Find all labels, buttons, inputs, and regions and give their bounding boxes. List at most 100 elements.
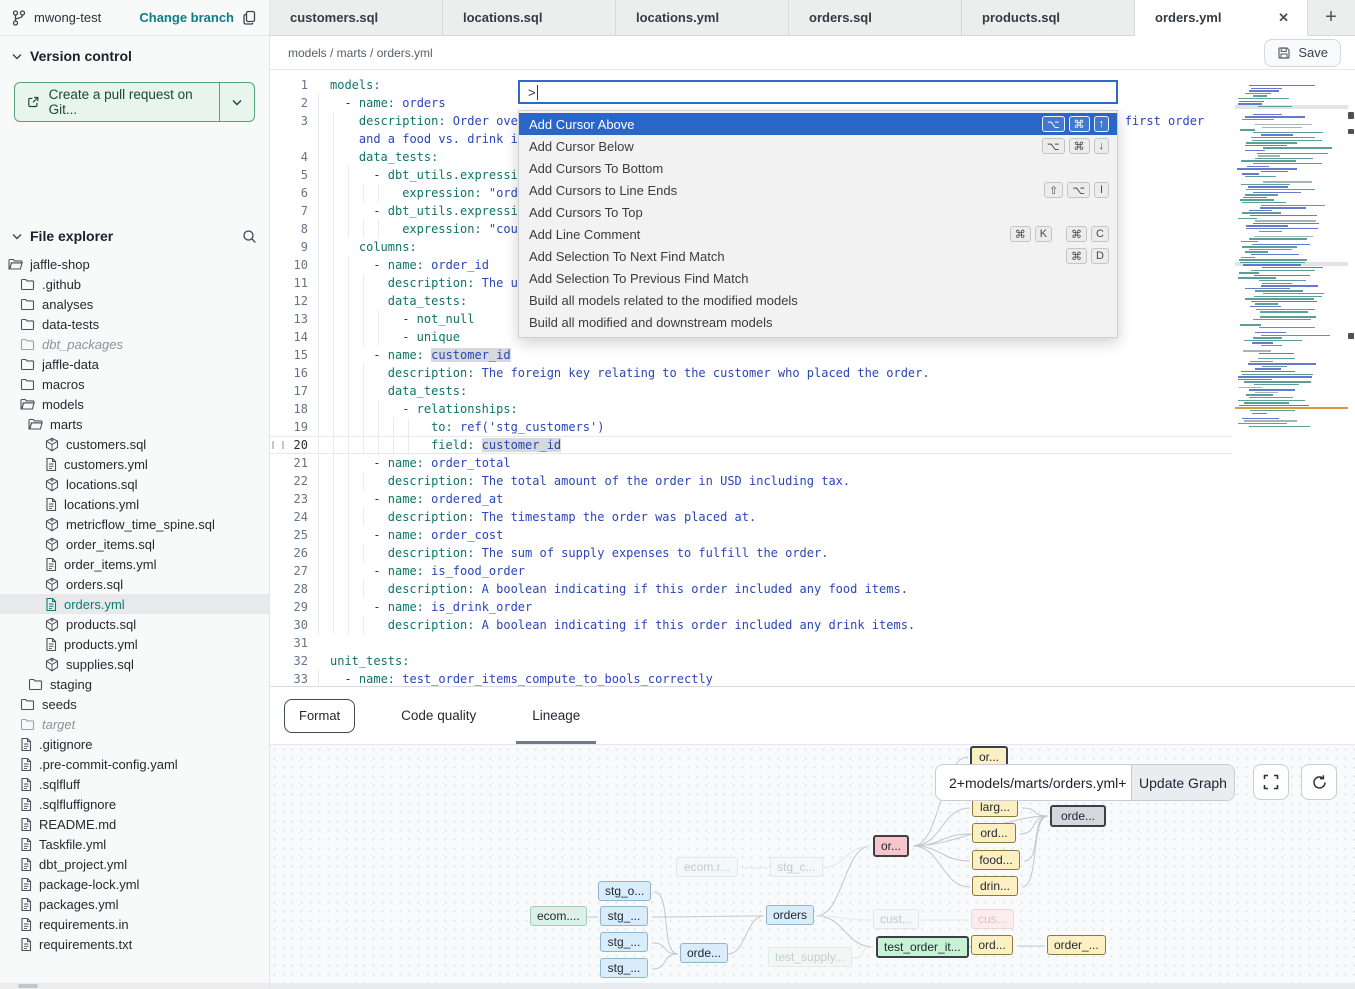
code-line[interactable]: 26description: The sum of supply expense… [270,544,1232,562]
tab-products.sql[interactable]: products.sql [962,0,1135,35]
file-tree-folder[interactable]: staging [0,674,269,694]
code-line[interactable]: 27- name: is_food_order [270,562,1232,580]
file-tree-item[interactable]: .gitignore [0,734,269,754]
close-icon[interactable]: ✕ [1274,8,1293,28]
tab-orders.sql[interactable]: orders.sql [789,0,962,35]
lineage-node[interactable]: food... [972,850,1020,870]
file-tree-item[interactable]: package-lock.yml [0,874,269,894]
file-tree-item[interactable]: requirements.txt [0,934,269,954]
file-tree-item[interactable]: requirements.in [0,914,269,934]
code-line[interactable]: 30description: A boolean indicating if t… [270,616,1232,634]
code-line[interactable]: 29- name: is_drink_order [270,598,1232,616]
file-explorer-header[interactable]: File explorer [0,218,269,254]
file-tree-item[interactable]: products.yml [0,634,269,654]
lineage-node[interactable]: stg_o... [598,881,651,901]
code-line[interactable]: 22description: The total amount of the o… [270,472,1232,490]
search-icon[interactable] [242,229,257,244]
lineage-node[interactable]: stg_c... [770,857,823,877]
create-pr-button[interactable]: Create a pull request on Git... [14,82,255,122]
code-line[interactable]: 20field: customer_id [270,436,1232,454]
file-tree-item[interactable]: .pre-commit-config.yaml [0,754,269,774]
lineage-node[interactable]: stg_... [600,906,648,926]
code-line[interactable]: 24description: The timestamp the order w… [270,508,1232,526]
file-tree-folder[interactable]: dbt_packages [0,334,269,354]
lineage-node[interactable]: orde... [1050,805,1106,827]
command-item[interactable]: Add Cursors to Line Ends⇧⌥I [519,179,1117,201]
new-tab-button[interactable]: + [1308,0,1354,35]
tab-locations.sql[interactable]: locations.sql [443,0,616,35]
file-tree-folder[interactable]: seeds [0,694,269,714]
file-tree-folder[interactable]: jaffle-data [0,354,269,374]
minimap[interactable] [1235,85,1348,445]
code-line[interactable]: 23- name: ordered_at [270,490,1232,508]
file-tree-folder[interactable]: macros [0,374,269,394]
editor-scrollbar-thumb[interactable] [1348,112,1354,119]
pr-options-caret[interactable] [220,83,254,121]
file-tree-item[interactable]: customers.sql [0,434,269,454]
command-item[interactable]: Build all models related to the modified… [519,289,1117,311]
lineage-node[interactable]: ecom.... [530,906,587,926]
editor-scrollbar-thumb[interactable] [1348,129,1354,134]
code-editor[interactable]: 1models:2- name: orders3description: Ord… [270,70,1355,686]
code-line[interactable]: 25- name: order_cost [270,526,1232,544]
file-tree-item[interactable]: packages.yml [0,894,269,914]
code-line[interactable]: 33- name: test_order_items_compute_to_bo… [270,670,1232,686]
code-line[interactable]: 28description: A boolean indicating if t… [270,580,1232,598]
lineage-node[interactable]: test_order_it... [876,936,969,958]
command-item[interactable]: Add Selection To Previous Find Match [519,267,1117,289]
file-tree-item[interactable]: .sqlfluffignore [0,794,269,814]
code-line[interactable]: 32unit_tests: [270,652,1232,670]
file-tree-folder[interactable]: analyses [0,294,269,314]
copy-icon[interactable] [242,10,257,26]
lineage-node[interactable]: drin... [972,876,1018,896]
code-line[interactable]: 31 [270,634,1232,652]
file-tree-item[interactable]: locations.sql [0,474,269,494]
editor-scrollbar-thumb[interactable] [1348,333,1354,339]
fullscreen-button[interactable] [1253,764,1289,800]
code-line[interactable]: 16description: The foreign key relating … [270,364,1232,382]
panel-tab-code-quality[interactable]: Code quality [401,687,476,745]
file-tree-folder[interactable]: marts [0,414,269,434]
change-branch-link[interactable]: Change branch [139,10,234,25]
lineage-node[interactable]: cus... [971,909,1014,929]
lineage-node[interactable]: ord... [972,823,1016,843]
code-line[interactable]: 21- name: order_total [270,454,1232,472]
command-item[interactable]: Add Cursor Above⌥⌘↑ [519,113,1117,135]
format-button[interactable]: Format [284,699,355,733]
file-tree-item[interactable]: dbt_project.yml [0,854,269,874]
file-tree-item[interactable]: README.md [0,814,269,834]
sidebar-scrollbar[interactable] [0,983,269,989]
tab-locations.yml[interactable]: locations.yml [616,0,789,35]
lineage-node[interactable]: orde... [680,943,728,963]
version-control-header[interactable]: Version control [0,36,269,72]
command-item[interactable]: Add Selection To Next Find Match⌘D [519,245,1117,267]
code-line[interactable]: 15- name: customer_id [270,346,1232,364]
file-tree-item[interactable]: supplies.sql [0,654,269,674]
lineage-node[interactable]: cust... [873,909,919,929]
file-tree-item[interactable]: orders.sql [0,574,269,594]
file-tree-item[interactable]: locations.yml [0,494,269,514]
lineage-node[interactable]: test_supply... [768,947,852,967]
command-item[interactable]: Build all modified and downstream models [519,311,1117,333]
refresh-button[interactable] [1301,764,1337,800]
file-tree-item[interactable]: metricflow_time_spine.sql [0,514,269,534]
command-item[interactable]: Add Cursors To Top [519,201,1117,223]
lineage-node[interactable]: or... [873,835,909,857]
code-line[interactable]: 18- relationships: [270,400,1232,418]
lineage-node[interactable]: ecom.r... [676,857,738,877]
file-tree-item[interactable]: orders.yml [0,594,269,614]
code-line[interactable]: 17data_tests: [270,382,1232,400]
save-button[interactable]: Save [1264,39,1341,67]
file-tree-folder[interactable]: models [0,394,269,414]
file-tree-folder[interactable]: data-tests [0,314,269,334]
update-graph-button[interactable]: Update Graph [1131,765,1234,800]
lineage-node[interactable]: orders [766,905,814,925]
lineage-node[interactable]: order_... [1047,935,1106,955]
command-item[interactable]: Add Cursors To Bottom [519,157,1117,179]
lineage-node[interactable]: stg_... [600,932,648,952]
file-tree-folder[interactable]: target [0,714,269,734]
file-tree-folder[interactable]: jaffle-shop [0,254,269,274]
lineage-node[interactable]: ord... [971,935,1013,955]
file-tree-item[interactable]: products.sql [0,614,269,634]
file-tree-item[interactable]: order_items.yml [0,554,269,574]
